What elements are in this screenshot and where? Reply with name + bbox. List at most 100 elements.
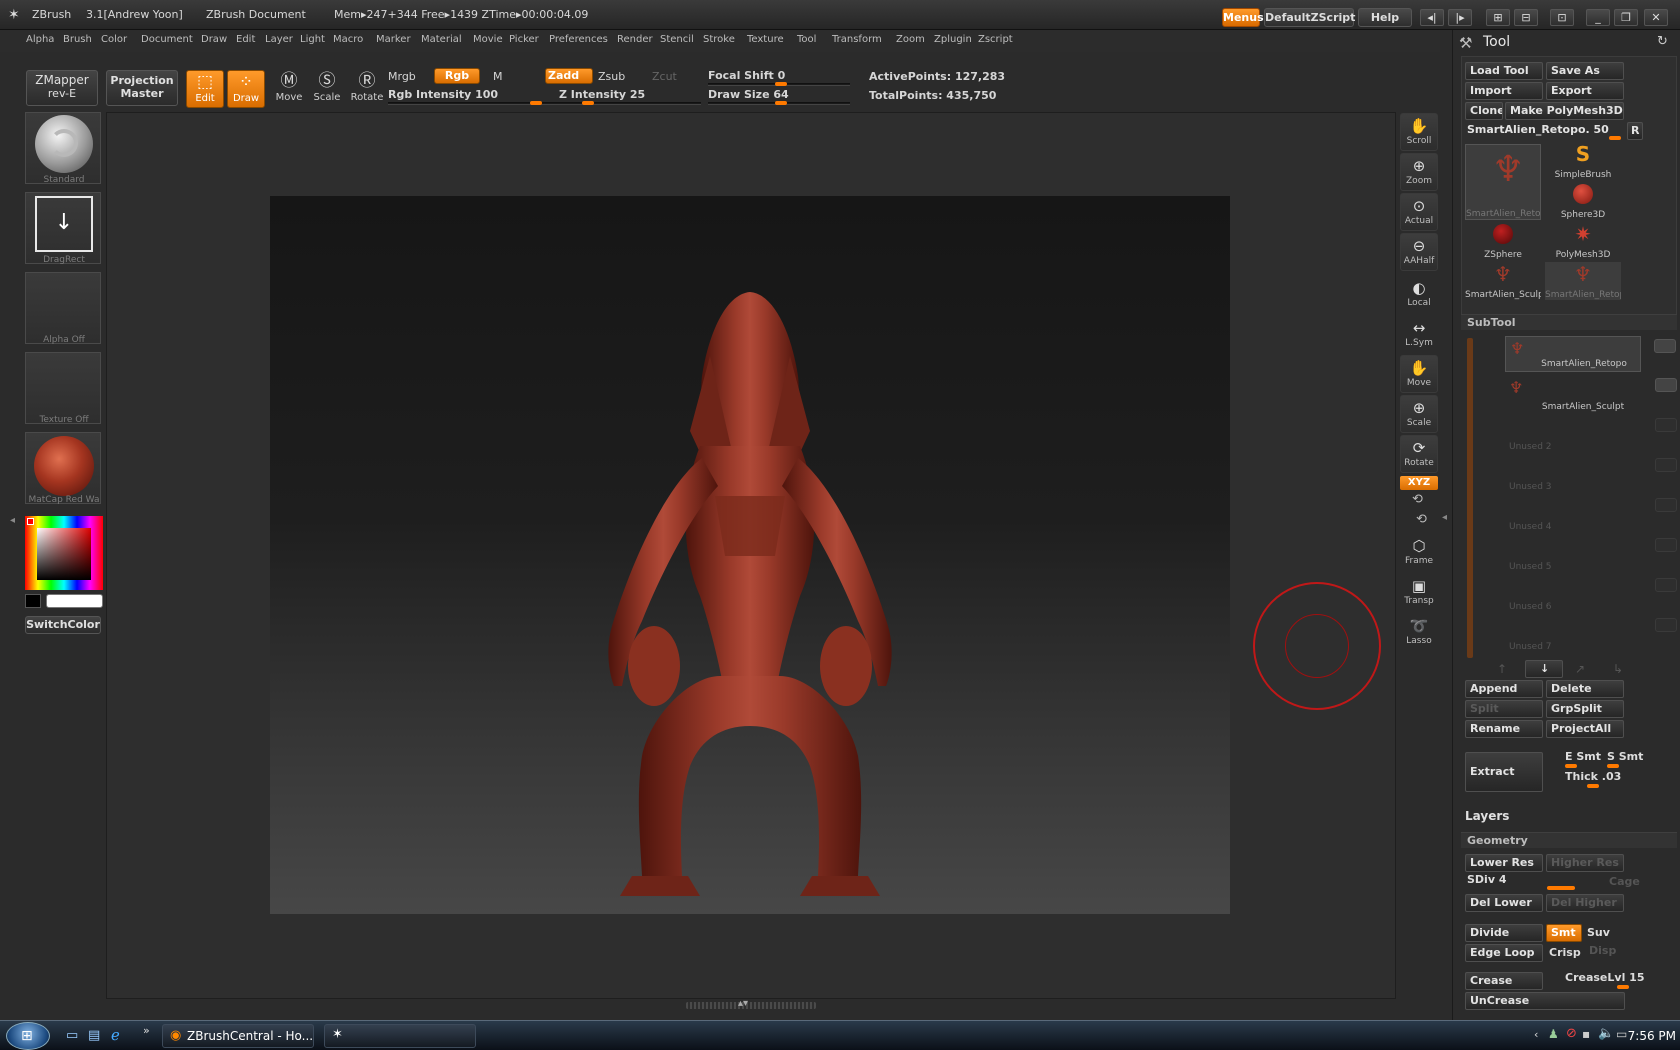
rgb-intensity-slider[interactable]: Rgb Intensity 100 [388, 88, 498, 101]
menu-document[interactable]: Document [141, 34, 193, 45]
security-icon[interactable]: ⊘ [1566, 1026, 1577, 1041]
menu-alpha[interactable]: Alpha [26, 34, 54, 45]
frame-button[interactable]: ⬡ Frame [1400, 534, 1438, 572]
tool-thumb-retopo[interactable]: ♆ SmartAlien_Retop [1465, 144, 1541, 220]
zmapper-button[interactable]: ZMapper rev-E [26, 70, 98, 106]
divide-button[interactable]: Divide [1465, 924, 1543, 942]
menu-stroke[interactable]: Stroke [703, 34, 735, 45]
load-tool-button[interactable]: Load Tool [1465, 62, 1543, 80]
menu-zoom[interactable]: Zoom [896, 34, 925, 45]
canvas-scroll-grip[interactable]: ▴▾ [686, 998, 816, 1009]
scale-view-button[interactable]: ⊕ Scale [1400, 395, 1438, 433]
delete-button[interactable]: Delete [1546, 680, 1624, 698]
z-intensity-track[interactable] [559, 102, 701, 105]
projection-master-button[interactable]: Projection Master [106, 70, 178, 106]
slider-left-icon[interactable]: ◂| [1420, 9, 1444, 26]
append-button[interactable]: Append [1465, 680, 1543, 698]
layout-left-icon[interactable]: ⊞ [1486, 9, 1510, 26]
local-button[interactable]: ◐ Local [1400, 276, 1438, 314]
subtool-item[interactable]: Unused 6 [1505, 576, 1677, 614]
crease-button[interactable]: Crease [1465, 972, 1543, 990]
menu-marker[interactable]: Marker [376, 34, 411, 45]
subtool-header[interactable]: SubTool [1461, 314, 1677, 330]
cage-toggle[interactable]: Cage [1609, 875, 1640, 888]
draw-mode-button[interactable]: ⁘ Draw [227, 70, 265, 108]
menu-layer[interactable]: Layer [265, 34, 293, 45]
subtool-down-button[interactable]: ↓ [1525, 660, 1563, 678]
texture-swatch[interactable]: Texture Off [25, 352, 101, 425]
rotate-y-icon[interactable]: ⟲ [1412, 492, 1423, 507]
stroke-swatch[interactable]: ↓ DragRect [25, 192, 101, 265]
move-mode-button[interactable]: Ⓜ Move [270, 70, 308, 108]
subtool-item[interactable]: Unused 3 [1505, 456, 1677, 494]
projectall-button[interactable]: ProjectAll [1546, 720, 1624, 738]
secondary-color-swatch[interactable] [25, 594, 41, 608]
clock[interactable]: 7:56 PM [1622, 1029, 1676, 1043]
menu-texture[interactable]: Texture [747, 34, 784, 45]
zoom-button[interactable]: ⊕ Zoom [1400, 153, 1438, 191]
disp-slider[interactable]: Disp [1589, 944, 1616, 957]
tray-expand-icon[interactable]: ‹ [1534, 1028, 1538, 1041]
lower-res-button[interactable]: Lower Res [1465, 854, 1543, 872]
ie-icon[interactable]: ℯ [111, 1026, 120, 1044]
mrgb-toggle[interactable]: Mrgb [388, 70, 416, 83]
menu-edit[interactable]: Edit [236, 34, 255, 45]
make-polymesh-button[interactable]: Make PolyMesh3D [1505, 102, 1624, 120]
rgb-intensity-handle[interactable] [530, 101, 542, 105]
smt-toggle[interactable]: Smt [1546, 924, 1582, 942]
edge-loop-button[interactable]: Edge Loop [1465, 944, 1543, 962]
menu-light[interactable]: Light [300, 34, 325, 45]
subtool-item[interactable]: Unused 5 [1505, 536, 1677, 574]
default-zscript-button[interactable]: DefaultZScript [1264, 8, 1355, 27]
transp-button[interactable]: ▣ Transp [1400, 574, 1438, 612]
tool-thumb-sphere3d[interactable]: Sphere3D [1545, 182, 1621, 220]
menu-material[interactable]: Material [421, 34, 462, 45]
menu-transform[interactable]: Transform [832, 34, 882, 45]
e-smt-slider[interactable]: E Smt [1565, 750, 1601, 763]
uncrease-button[interactable]: UnCrease [1465, 992, 1625, 1010]
document-canvas[interactable] [270, 196, 1230, 914]
subtool-eye-icon[interactable] [1655, 538, 1677, 552]
menu-render[interactable]: Render [617, 34, 653, 45]
tool-thumb-simplebrush[interactable]: S SimpleBrush [1545, 142, 1621, 180]
alpha-swatch[interactable]: Alpha Off [25, 272, 101, 345]
taskbar-zbrush-button[interactable] [324, 1024, 476, 1048]
e-smt-handle[interactable] [1565, 764, 1577, 768]
quicklaunch-more-icon[interactable]: » [143, 1024, 150, 1037]
menus-button[interactable]: Menus [1222, 8, 1264, 27]
panel-refresh-icon[interactable]: ↻ [1657, 34, 1668, 49]
clone-button[interactable]: Clone [1465, 102, 1503, 120]
sdiv-slider[interactable]: SDiv 4 [1467, 873, 1506, 886]
menu-zplugin[interactable]: Zplugin [934, 34, 972, 45]
tool-thumb-sculpt[interactable]: ♆ SmartAlien_Sculp [1465, 262, 1541, 300]
m-toggle[interactable]: M [493, 70, 503, 83]
network-icon[interactable]: ♟ [1548, 1027, 1559, 1041]
higher-res-button[interactable]: Higher Res [1546, 854, 1624, 872]
thick-slider[interactable]: Thick .03 [1565, 770, 1621, 783]
suv-toggle[interactable]: Suv [1587, 926, 1610, 939]
subtool-merge-down-icon[interactable]: ↳ [1613, 662, 1623, 676]
show-desktop-icon[interactable]: ▭ [66, 1028, 78, 1043]
zsub-toggle[interactable]: Zsub [598, 70, 625, 83]
subtool-eye-icon[interactable] [1655, 578, 1677, 592]
focal-shift-slider[interactable]: Focal Shift 0 [708, 69, 785, 82]
current-tool-slider[interactable]: SmartAlien_Retopo. 50 [1467, 123, 1609, 136]
subtool-up-icon[interactable]: ↑ [1497, 662, 1507, 676]
scale-mode-button[interactable]: Ⓢ Scale [308, 70, 346, 108]
subtool-eye-icon[interactable] [1654, 339, 1676, 353]
maximize-icon[interactable]: ❐ [1614, 9, 1638, 26]
subtool-item[interactable]: Unused 4 [1505, 496, 1677, 534]
subtool-eye-icon[interactable] [1655, 418, 1677, 432]
lsym-button[interactable]: ↔ L.Sym [1400, 316, 1438, 354]
slider-right-icon[interactable]: |▸ [1448, 9, 1472, 26]
subtool-eye-icon[interactable] [1655, 458, 1677, 472]
rename-button[interactable]: Rename [1465, 720, 1543, 738]
layout-right-icon[interactable]: ⊟ [1514, 9, 1538, 26]
del-higher-button[interactable]: Del Higher [1546, 894, 1624, 912]
subtool-scrollbar[interactable] [1467, 338, 1473, 658]
focal-shift-handle[interactable] [775, 82, 787, 86]
material-swatch[interactable]: MatCap Red Wa [25, 432, 101, 505]
current-tool-handle[interactable] [1609, 136, 1621, 140]
import-button[interactable]: Import [1465, 82, 1543, 100]
start-button[interactable]: ⊞ [6, 1022, 50, 1050]
